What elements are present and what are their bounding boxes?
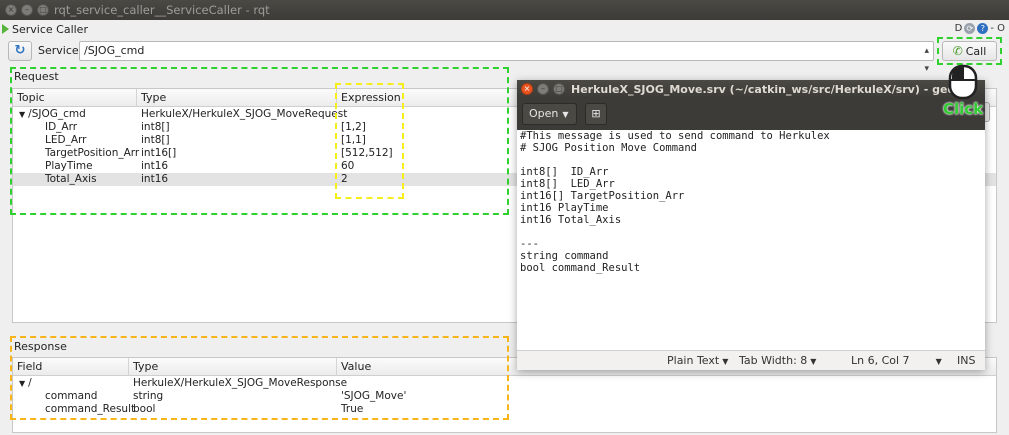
gedit-titlebar: × – □ HerkuleX_SJOG_Move.srv (~/catkin_w… (517, 80, 985, 98)
open-label: Open (529, 107, 559, 120)
editor-line: --- (520, 238, 539, 250)
gedit-title: HerkuleX_SJOG_Move.srv (~/catkin_ws/src/… (571, 83, 965, 96)
dropdown-arrow-icon: ▼ (935, 357, 942, 366)
new-tab-icon: ⊞ (591, 107, 601, 120)
dock-header: Service Caller D ⟳ ? - O (0, 21, 1009, 39)
service-row: ↻ Service /SJOG_cmd ▴ ▾ (0, 41, 1009, 74)
editor-line: int16[] TargetPosition_Arr (520, 190, 685, 202)
gedit-window: × – □ HerkuleX_SJOG_Move.srv (~/catkin_w… (517, 80, 985, 370)
editor-line: string command (520, 250, 609, 262)
dock-controls: D ⟳ ? - O (955, 23, 1005, 34)
service-select-value: /SJOG_cmd (84, 44, 145, 57)
gedit-toolbar: Open ▼ ⊞ (517, 98, 985, 130)
open-button[interactable]: Open ▼ (522, 103, 577, 125)
cursor-position-label: Ln 6, Col 7 (851, 354, 910, 367)
editor-line: bool command_Result (520, 262, 641, 274)
window-title: rqt_service_caller__ServiceCaller - rqt (54, 3, 270, 17)
editor-line: # SJOG Position Move Command (520, 142, 698, 154)
tab-width-label: Tab Width: 8 (739, 354, 808, 367)
expression-highlight-box (335, 83, 404, 199)
maximize-icon[interactable]: □ (37, 4, 49, 16)
editor-line: int16 PlayTime (520, 202, 609, 214)
service-label: Service (38, 44, 79, 57)
dock-title: Service Caller (12, 23, 88, 36)
mouse-icon (948, 64, 978, 100)
insert-mode: INS (957, 354, 976, 367)
editor-line: int8[] LED_Arr (520, 178, 615, 190)
service-select[interactable]: /SJOG_cmd ▴ ▾ (79, 41, 934, 74)
editor-line: #This message is used to send command to… (520, 130, 830, 142)
syntax-label: Plain Text (667, 354, 720, 367)
response-highlight-box (10, 336, 509, 420)
refresh-icon: ↻ (14, 43, 26, 58)
dropdown-arrow-icon: ▼ (562, 110, 569, 119)
call-highlight-box (937, 37, 1002, 65)
cursor-position[interactable]: Ln 6, Col 7 ▼ (851, 354, 942, 367)
dock-minus-o-label[interactable]: - O (990, 23, 1005, 34)
click-annotation: Click (943, 100, 984, 118)
combo-arrows-icon: ▴ ▾ (924, 46, 929, 74)
gedit-statusbar: Plain Text ▼ Tab Width: 8 ▼ Ln 6, Col 7 ▼ I… (517, 350, 985, 370)
editor-line: int16 Total_Axis (520, 214, 622, 226)
help-icon[interactable]: ? (977, 23, 989, 34)
gedit-close-icon[interactable]: × (521, 83, 533, 95)
tab-width-selector[interactable]: Tab Width: 8 ▼ (739, 354, 816, 367)
editor-line: int8[] ID_Arr (520, 166, 609, 178)
reload-icon[interactable]: ⟳ (964, 23, 976, 34)
request-highlight-box (10, 67, 509, 215)
new-document-button[interactable]: ⊞ (585, 103, 607, 125)
syntax-selector[interactable]: Plain Text ▼ (667, 354, 728, 367)
close-icon[interactable]: × (5, 4, 17, 16)
window-controls: × – □ (5, 4, 49, 16)
dock-d-label[interactable]: D (955, 23, 963, 34)
dropdown-arrow-icon: ▼ (810, 357, 817, 366)
refresh-services-button[interactable]: ↻ (8, 41, 32, 61)
plugin-play-icon (2, 24, 9, 34)
gedit-maximize-icon[interactable]: □ (553, 83, 565, 95)
gedit-text-editor[interactable]: #This message is used to send command to… (517, 130, 985, 350)
rqt-titlebar: × – □ rqt_service_caller__ServiceCaller … (0, 0, 1009, 20)
minimize-icon[interactable]: – (21, 4, 33, 16)
gedit-minimize-icon[interactable]: – (537, 83, 549, 95)
dropdown-arrow-icon: ▼ (722, 357, 729, 366)
gedit-window-controls: × – □ (521, 83, 565, 95)
